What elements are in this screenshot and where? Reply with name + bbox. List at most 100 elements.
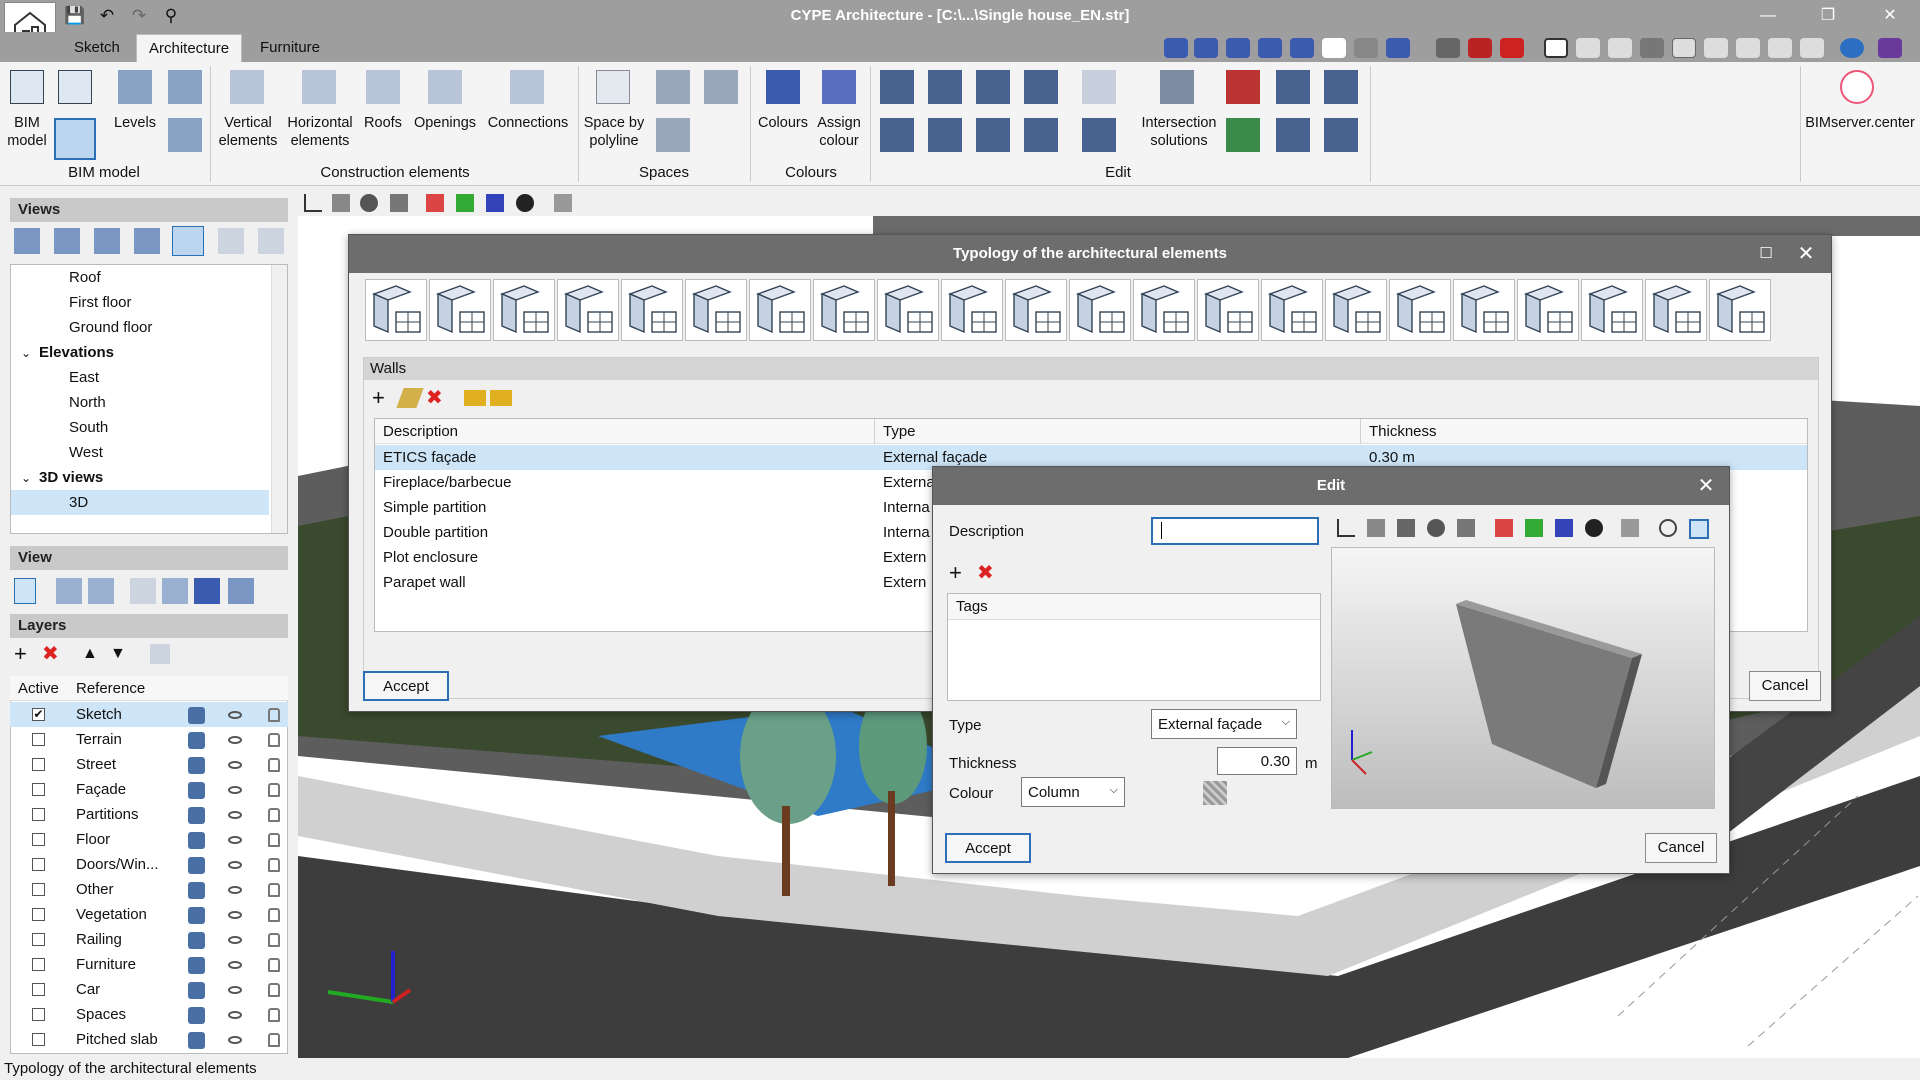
beam-type-icon[interactable] — [1005, 279, 1067, 341]
vertical-elements-icon[interactable] — [230, 70, 264, 104]
space-icon[interactable] — [656, 70, 690, 104]
lock-icon[interactable] — [268, 933, 280, 947]
quad-view-icon[interactable] — [88, 578, 114, 604]
bim-list-icon[interactable] — [58, 70, 92, 104]
space-height-icon[interactable] — [656, 118, 690, 152]
lock-icon[interactable] — [268, 983, 280, 997]
zoom-element-icon[interactable] — [1024, 118, 1058, 152]
layer-cube-icon[interactable] — [188, 932, 205, 949]
connections-button[interactable]: Connections — [484, 114, 572, 132]
object-icon[interactable] — [1709, 279, 1771, 341]
ortho-icon[interactable] — [1608, 38, 1632, 58]
add-layer-icon[interactable]: + — [14, 642, 27, 666]
axis-icon[interactable] — [304, 194, 322, 212]
edit-pencil-icon[interactable] — [396, 388, 424, 408]
tree-item[interactable]: East — [11, 365, 269, 390]
grid-slab-icon[interactable] — [685, 279, 747, 341]
layer-row[interactable]: Terrain — [10, 727, 288, 752]
lock-icon[interactable] — [268, 783, 280, 797]
colours-button[interactable]: Colours — [752, 114, 814, 132]
grid-icon[interactable] — [1576, 38, 1600, 58]
tree-item[interactable]: First floor — [11, 290, 269, 315]
lock-icon[interactable] — [268, 858, 280, 872]
pan-hand-icon[interactable] — [1322, 38, 1346, 58]
preview-eye-icon[interactable] — [1585, 519, 1603, 537]
add-wall-icon[interactable]: + — [372, 386, 385, 410]
ramp-icon[interactable] — [813, 279, 875, 341]
layer-active-checkbox[interactable]: ✔ — [32, 708, 45, 721]
rotate-icon[interactable] — [1736, 38, 1760, 58]
move-up-icon[interactable]: ▲ — [82, 642, 98, 666]
layer-cube-icon[interactable] — [188, 732, 205, 749]
column-type-icon[interactable] — [941, 279, 1003, 341]
ramp-stairs-icon[interactable] — [1389, 279, 1451, 341]
eye-icon[interactable] — [228, 711, 242, 719]
preview-pan-icon[interactable] — [1457, 519, 1475, 537]
layer-active-checkbox[interactable] — [32, 1033, 45, 1046]
tree-item[interactable]: West — [11, 440, 269, 465]
layer-cube-icon[interactable] — [188, 807, 205, 824]
spiral-stairs-icon[interactable] — [1645, 279, 1707, 341]
colours-icon[interactable] — [766, 70, 800, 104]
refresh-intersection-icon[interactable] — [1226, 118, 1260, 152]
layer-active-checkbox[interactable] — [32, 833, 45, 846]
grid-view-icon[interactable] — [194, 578, 220, 604]
save-icon[interactable]: 💾 — [64, 5, 86, 27]
level-down-icon[interactable] — [168, 118, 202, 152]
layer-cube-icon[interactable] — [188, 1007, 205, 1024]
stretch-icon[interactable] — [976, 118, 1010, 152]
eye-icon[interactable] — [228, 811, 242, 819]
layer-row[interactable]: Street — [10, 752, 288, 777]
layer-row[interactable]: ✔ Sketch — [10, 702, 288, 727]
eye-icon[interactable] — [228, 786, 242, 794]
layer-active-checkbox[interactable] — [32, 808, 45, 821]
column-icon[interactable] — [1276, 118, 1310, 152]
tree-item[interactable]: ⌄ Elevations — [11, 340, 269, 365]
space-by-polyline-button[interactable]: Space by polyline — [580, 114, 648, 150]
col-type[interactable]: Type — [875, 419, 1361, 444]
dimension-icon[interactable] — [1276, 70, 1310, 104]
door-box-icon[interactable] — [1197, 279, 1259, 341]
rotate-icon[interactable] — [928, 118, 962, 152]
lock-icon[interactable] — [268, 758, 280, 772]
frame-icon[interactable] — [1544, 38, 1568, 58]
tree-item[interactable]: Roof — [11, 265, 269, 290]
magnet-icon[interactable] — [1500, 38, 1524, 58]
text-icon[interactable] — [1082, 70, 1116, 104]
zoom-window-icon[interactable] — [1164, 38, 1188, 58]
horizontal-elements-icon[interactable] — [302, 70, 336, 104]
eraser-icon[interactable] — [880, 118, 914, 152]
openings-icon[interactable] — [428, 70, 462, 104]
add-view-icon[interactable] — [14, 228, 40, 254]
roof-slope-icon[interactable] — [1517, 279, 1579, 341]
clip-box-icon[interactable] — [456, 194, 474, 212]
layer-cube-icon[interactable] — [188, 707, 205, 724]
assign-colour-button[interactable]: Assign colour — [810, 114, 868, 150]
camera-icon[interactable] — [218, 228, 244, 254]
layer-row[interactable]: Doors/Win... — [10, 852, 288, 877]
roofs-button[interactable]: Roofs — [358, 114, 408, 132]
export-icon[interactable] — [490, 390, 512, 406]
angle-icon[interactable] — [1704, 38, 1728, 58]
tree-item[interactable]: North — [11, 390, 269, 415]
layer-cube-icon[interactable] — [188, 907, 205, 924]
bimserver-button[interactable]: BIMserver.center — [1800, 114, 1920, 132]
minimize-button[interactable]: — — [1740, 0, 1796, 32]
layer-active-checkbox[interactable] — [32, 958, 45, 971]
layers-view-icon[interactable] — [228, 578, 254, 604]
lock-icon[interactable] — [268, 958, 280, 972]
layer-active-checkbox[interactable] — [32, 983, 45, 996]
visibility-icon[interactable] — [516, 194, 534, 212]
tab-furniture[interactable]: Furniture — [248, 34, 332, 62]
tools-icon[interactable] — [1800, 38, 1824, 58]
roofs-icon[interactable] — [366, 70, 400, 104]
preview-wire-icon[interactable] — [1555, 519, 1573, 537]
scrollbar[interactable] — [271, 265, 287, 533]
lock-icon[interactable] — [268, 908, 280, 922]
layer-active-checkbox[interactable] — [32, 858, 45, 871]
tree-item[interactable]: ⌄ 3D views — [11, 465, 269, 490]
preview-axis-icon[interactable] — [1337, 519, 1355, 537]
eye-icon[interactable] — [228, 736, 242, 744]
close-icon[interactable]: ✕ — [1787, 235, 1825, 273]
eye-icon[interactable] — [228, 936, 242, 944]
